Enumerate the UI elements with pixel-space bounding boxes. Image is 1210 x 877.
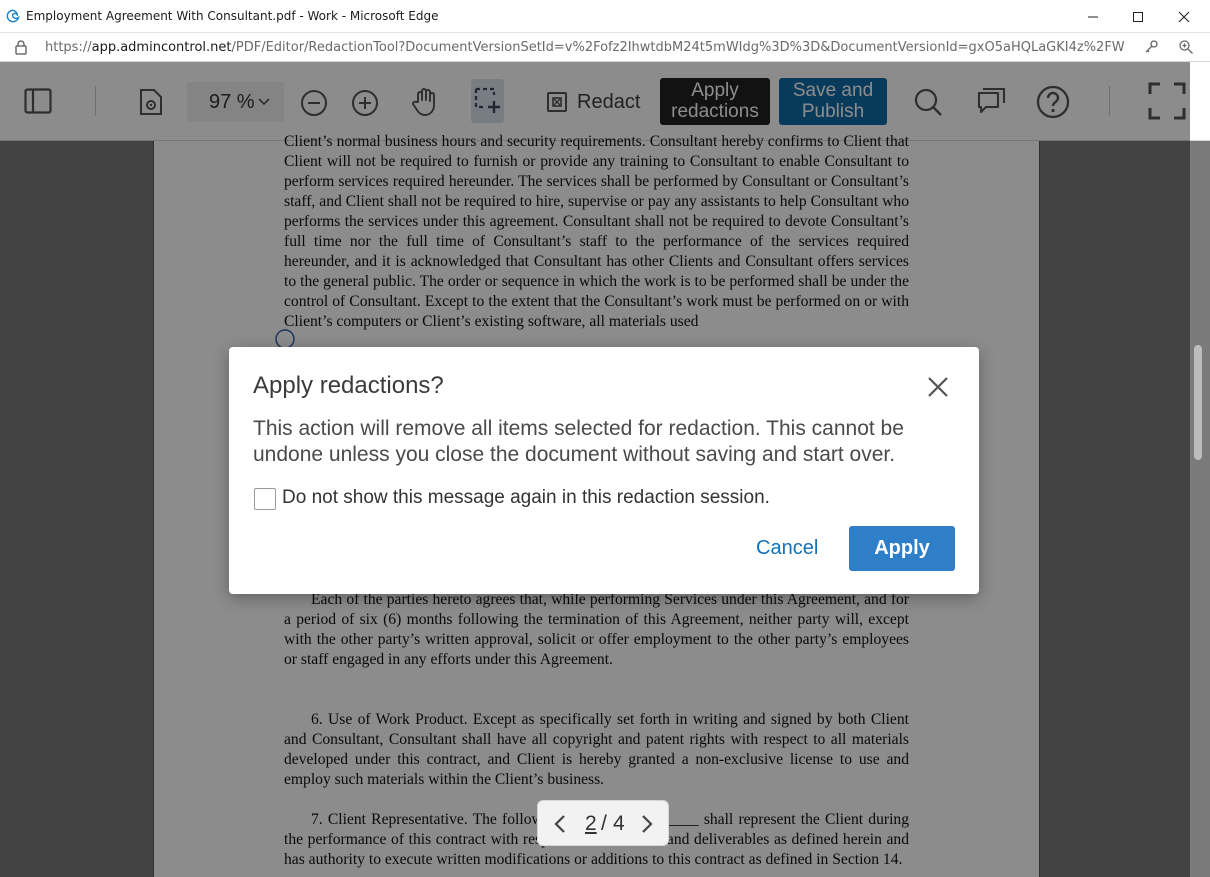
dialog-title: Apply redactions? (253, 372, 444, 399)
dont-show-again-checkbox[interactable] (254, 488, 276, 510)
url-text[interactable]: https://app.admincontrol.net/PDF/Editor/… (45, 40, 1125, 55)
window-title: Employment Agreement With Consultant.pdf… (26, 9, 439, 23)
maximize-button[interactable] (1115, 0, 1161, 33)
url-host: app.admincontrol.net (91, 40, 232, 55)
close-window-button[interactable] (1161, 0, 1207, 33)
minimize-button[interactable] (1070, 0, 1116, 33)
close-icon[interactable] (926, 375, 950, 399)
chevron-right-icon[interactable] (640, 814, 654, 834)
close-icon (1178, 11, 1190, 22)
chevron-left-icon[interactable] (553, 814, 567, 834)
zoom-icon[interactable] (1178, 39, 1194, 55)
scrollbar-thumb[interactable] (1194, 345, 1202, 460)
cancel-button[interactable]: Cancel (756, 537, 818, 560)
window-titlebar: Employment Agreement With Consultant.pdf… (0, 0, 1210, 33)
total-pages: 4 (613, 812, 625, 835)
vertical-scrollbar[interactable] (1190, 141, 1210, 877)
address-bar[interactable]: https://app.admincontrol.net/PDF/Editor/… (0, 33, 1210, 62)
minimize-icon (1088, 16, 1098, 17)
apply-redactions-dialog: Apply redactions? This action will remov… (229, 347, 979, 594)
page-navigator: 2 / 4 (537, 800, 669, 846)
edge-logo-icon (6, 9, 20, 23)
dialog-message: This action will remove all items select… (253, 417, 904, 466)
apply-button[interactable]: Apply (849, 526, 955, 571)
maximize-icon (1133, 11, 1143, 22)
dont-show-again-label[interactable]: Do not show this message again in this r… (282, 487, 770, 509)
key-icon[interactable] (1143, 39, 1159, 55)
lock-icon (15, 40, 27, 55)
url-path: /PDF/Editor/RedactionTool?DocumentVersio… (231, 40, 1125, 55)
current-page[interactable]: 2 (585, 812, 597, 836)
url-scheme: https:// (45, 40, 92, 55)
page-separator: / (601, 812, 607, 835)
